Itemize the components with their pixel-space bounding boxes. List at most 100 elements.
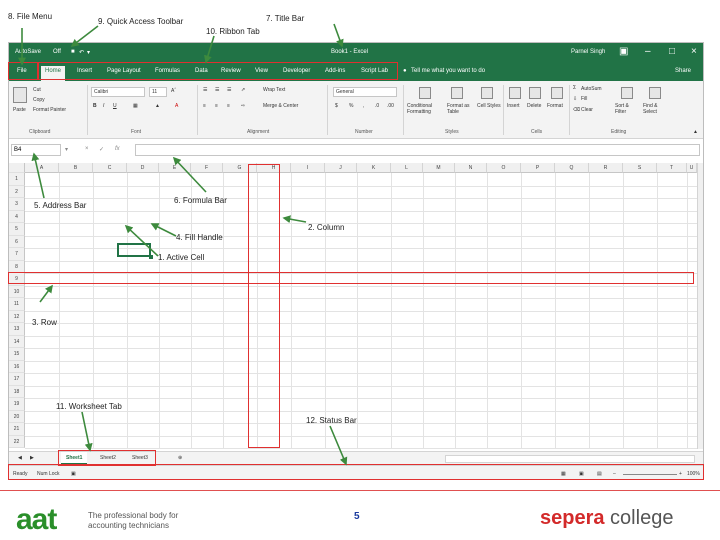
column-header-c[interactable]: C <box>93 163 127 173</box>
qat-dropdown-icon[interactable]: ▾ <box>87 49 90 56</box>
paste-icon[interactable] <box>13 87 27 103</box>
column-header-e[interactable]: E <box>159 163 191 173</box>
clear-icon[interactable]: ⌫ <box>573 107 580 113</box>
row-header-12[interactable]: 12 <box>9 310 25 323</box>
wrap-text-button[interactable]: Wrap Text <box>263 87 285 93</box>
paste-button[interactable]: Paste <box>13 107 26 113</box>
close-icon[interactable]: × <box>691 46 697 57</box>
indent-icon[interactable]: ⇨ <box>241 103 245 109</box>
row-header-3[interactable]: 3 <box>9 198 25 211</box>
row-header-18[interactable]: 18 <box>9 385 25 398</box>
format-as-table-icon[interactable] <box>451 87 463 99</box>
horizontal-scrollbar[interactable] <box>445 455 695 463</box>
align-middle-icon[interactable]: ☰ <box>215 87 219 93</box>
sort-filter-button[interactable]: Sort & Filter <box>615 103 641 115</box>
column-header-q[interactable]: Q <box>555 163 589 173</box>
column-header-k[interactable]: K <box>357 163 391 173</box>
cut-button[interactable]: Cut <box>33 87 41 93</box>
font-name-select[interactable]: Calibri <box>91 87 145 97</box>
autosum-icon[interactable]: Σ <box>573 85 576 91</box>
copy-button[interactable]: Copy <box>33 97 45 103</box>
font-color-icon[interactable]: A <box>175 103 178 109</box>
align-right-icon[interactable]: ≡ <box>227 103 230 109</box>
autosave-toggle[interactable]: Off <box>53 49 61 55</box>
column-header-u[interactable]: U <box>687 163 697 173</box>
row-header-13[interactable]: 13 <box>9 323 25 336</box>
row-header-22[interactable]: 22 <box>9 435 25 448</box>
cell-styles-button[interactable]: Cell Styles <box>477 103 501 109</box>
vertical-scrollbar[interactable] <box>697 163 703 449</box>
row-header-6[interactable]: 6 <box>9 235 25 248</box>
column-header-b[interactable]: B <box>59 163 93 173</box>
user-name[interactable]: Parnel Singh <box>571 49 605 55</box>
maximize-icon[interactable]: □ <box>669 46 675 57</box>
autosum-button[interactable]: AutoSum <box>581 86 602 92</box>
minimize-icon[interactable]: – <box>645 46 651 57</box>
fill-button[interactable]: Fill <box>581 96 587 102</box>
share-button[interactable]: Share <box>675 68 691 74</box>
row-header-20[interactable]: 20 <box>9 410 25 423</box>
increase-decimal-icon[interactable]: .0 <box>375 103 379 109</box>
number-format-select[interactable]: General <box>333 87 397 97</box>
delete-cells-icon[interactable] <box>529 87 541 99</box>
save-icon[interactable]: ■ <box>71 49 75 55</box>
formula-input[interactable] <box>135 144 700 156</box>
cancel-icon[interactable]: × <box>85 146 89 152</box>
font-grow-icon[interactable]: Aˆ <box>171 88 176 94</box>
align-bottom-icon[interactable]: ☰ <box>227 87 231 93</box>
active-cell[interactable] <box>117 243 151 257</box>
column-header-t[interactable]: T <box>657 163 687 173</box>
conditional-formatting-button[interactable]: Conditional Formatting <box>407 103 443 115</box>
clear-button[interactable]: Clear <box>581 107 593 113</box>
conditional-formatting-icon[interactable] <box>419 87 431 99</box>
align-center-icon[interactable]: ≡ <box>215 103 218 109</box>
row-header-2[interactable]: 2 <box>9 185 25 198</box>
align-left-icon[interactable]: ≡ <box>203 103 206 109</box>
orientation-icon[interactable]: ⇗ <box>241 87 245 93</box>
column-header-j[interactable]: J <box>325 163 357 173</box>
cell-styles-icon[interactable] <box>481 87 493 99</box>
find-select-button[interactable]: Find & Select <box>643 103 669 115</box>
row-header-16[interactable]: 16 <box>9 360 25 373</box>
merge-center-button[interactable]: Merge & Center <box>263 103 298 109</box>
currency-icon[interactable]: $ <box>335 103 338 109</box>
select-all-corner[interactable] <box>9 163 25 173</box>
format-painter-button[interactable]: Format Painter <box>33 107 66 113</box>
format-cells-button[interactable]: Format <box>547 103 563 109</box>
row-header-4[interactable]: 4 <box>9 210 25 223</box>
decrease-decimal-icon[interactable]: .00 <box>387 103 394 109</box>
row-header-7[interactable]: 7 <box>9 248 25 261</box>
collapse-ribbon-icon[interactable]: ▲ <box>693 129 698 135</box>
column-header-r[interactable]: R <box>589 163 623 173</box>
column-header-n[interactable]: N <box>455 163 487 173</box>
row-header-11[interactable]: 11 <box>9 298 25 311</box>
format-cells-icon[interactable] <box>551 87 563 99</box>
row-header-19[interactable]: 19 <box>9 398 25 411</box>
bold-icon[interactable]: B <box>93 103 97 109</box>
comma-icon[interactable]: , <box>363 103 364 109</box>
column-header-f[interactable]: F <box>191 163 223 173</box>
underline-icon[interactable]: U <box>113 103 117 109</box>
tell-me-search[interactable]: Tell me what you want to do <box>411 68 485 74</box>
column-header-o[interactable]: O <box>487 163 521 173</box>
row-header-21[interactable]: 21 <box>9 423 25 436</box>
fill-color-icon[interactable]: ▲ <box>155 103 160 109</box>
row-header-5[interactable]: 5 <box>9 223 25 236</box>
align-top-icon[interactable]: ☰ <box>203 87 207 93</box>
column-header-l[interactable]: L <box>391 163 423 173</box>
row-header-15[interactable]: 15 <box>9 348 25 361</box>
row-header-17[interactable]: 17 <box>9 373 25 386</box>
find-select-icon[interactable] <box>649 87 661 99</box>
font-size-select[interactable]: 11 <box>149 87 167 97</box>
namebox-dropdown-icon[interactable]: ▾ <box>65 146 68 153</box>
format-as-table-button[interactable]: Format as Table <box>447 103 475 115</box>
column-header-i[interactable]: I <box>291 163 325 173</box>
column-header-p[interactable]: P <box>521 163 555 173</box>
italic-icon[interactable]: I <box>103 103 104 109</box>
undo-icon[interactable]: ↶ <box>79 49 84 56</box>
insert-cells-button[interactable]: Insert <box>507 103 520 109</box>
fill-handle[interactable] <box>149 255 153 259</box>
column-header-d[interactable]: D <box>127 163 159 173</box>
delete-cells-button[interactable]: Delete <box>527 103 541 109</box>
row-header-14[interactable]: 14 <box>9 335 25 348</box>
